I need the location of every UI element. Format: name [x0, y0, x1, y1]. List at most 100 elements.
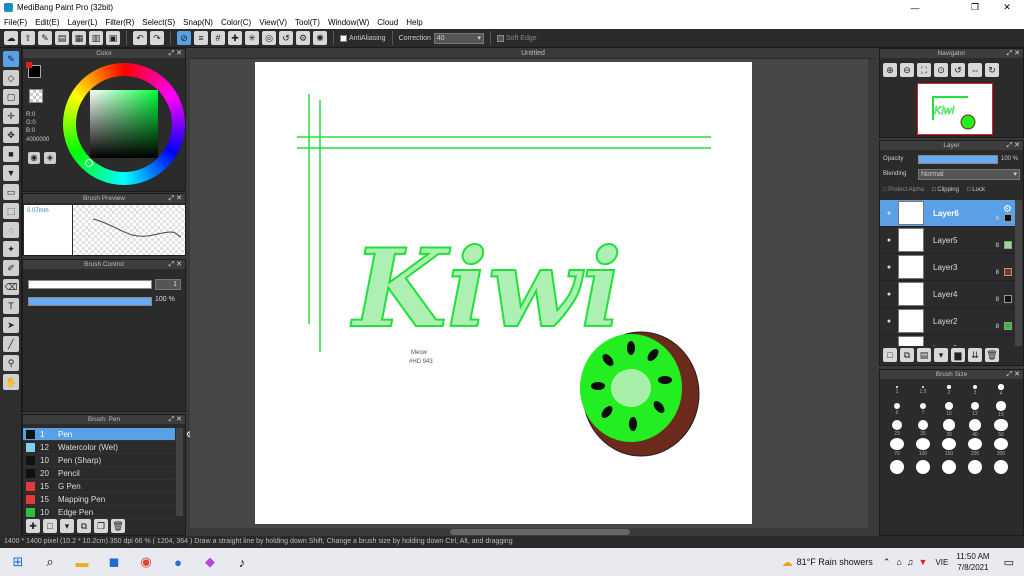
canvas-horizontal-scrollbar[interactable] [190, 528, 876, 536]
antialias-checkbox[interactable] [340, 34, 347, 42]
volume-icon[interactable]: ♫ [907, 557, 914, 567]
divide-tool-icon[interactable]: ╱ [3, 336, 19, 352]
brush-item[interactable]: 15 G Pen [23, 480, 175, 493]
brush-size-preset[interactable]: 300 [988, 438, 1014, 457]
brush-size-preset[interactable]: 6 [884, 400, 910, 419]
zoom-in-icon[interactable]: ⊕ [883, 63, 897, 77]
menu-cloud[interactable]: Cloud [373, 18, 402, 27]
brush-size-preset[interactable]: 2 [936, 381, 962, 400]
transform-tool-icon[interactable]: ✥ [3, 127, 19, 143]
eyedropper-icon[interactable]: ⚲ [3, 355, 19, 371]
document-canvas[interactable]: Kiwi Meow #HD 943 [255, 62, 752, 524]
parallel-snap-icon[interactable]: ≡ [194, 31, 208, 45]
scrollbar-thumb[interactable] [450, 529, 630, 535]
cloud-icon[interactable]: ☁ [4, 31, 18, 45]
hand-tool-icon[interactable]: ✋ [3, 374, 19, 390]
brush-size-preset[interactable] [962, 457, 988, 476]
menu-edit[interactable]: Edit(E) [31, 18, 63, 27]
brush-size-preset[interactable] [910, 457, 936, 476]
image-icon[interactable]: ▣ [106, 31, 120, 45]
brush-item[interactable]: 15 Mapping Pen [23, 493, 175, 506]
eraser-tool-icon[interactable]: ◇ [3, 70, 19, 86]
brush-size-preset[interactable]: 12 [962, 400, 988, 419]
layer-row[interactable]: ● Layer3 8 [880, 254, 1017, 281]
soft-edge-toggle[interactable]: Soft Edge [496, 34, 537, 42]
brush-tool-icon[interactable]: ✎ [3, 51, 19, 67]
brush-item[interactable]: 1Pen⚙ [23, 428, 193, 441]
brush-copy-icon[interactable]: ⧉ [77, 519, 91, 533]
layer-row[interactable]: ● Layer5 8 [880, 227, 1017, 254]
radial-snap-icon[interactable]: ✳ [245, 31, 259, 45]
layer-opacity-slider[interactable] [918, 155, 998, 164]
navigator-preview[interactable]: Kiwi [917, 83, 993, 135]
chrome-icon[interactable]: ◉ [136, 552, 156, 572]
flip-icon[interactable]: ⇔ [968, 63, 982, 77]
fit-screen-icon[interactable]: ⛶ [917, 63, 931, 77]
brush-size-preset[interactable]: 23 [884, 419, 910, 438]
close-button[interactable]: ✕ [992, 0, 1022, 15]
curve-snap-icon[interactable]: ↺ [279, 31, 293, 45]
brush-item[interactable]: 20 Pencil [23, 467, 175, 480]
layer-list-scrollbar[interactable] [1015, 200, 1022, 346]
hue-wheel[interactable] [63, 63, 185, 185]
select-pen-icon[interactable]: ✐ [3, 260, 19, 276]
grid-icon[interactable]: ▦ [72, 31, 86, 45]
menu-layer[interactable]: Layer(L) [64, 18, 102, 27]
add-layer-icon[interactable]: ▤ [917, 348, 931, 362]
brush-opacity-slider[interactable] [28, 297, 152, 306]
brush-size-preset[interactable]: 4 [988, 381, 1014, 400]
weather-text[interactable]: 81°F Rain showers [797, 557, 873, 567]
trash-icon[interactable]: 🗑 [111, 519, 125, 533]
palette-icon[interactable]: ◉ [28, 152, 40, 164]
menu-help[interactable]: Help [402, 18, 426, 27]
menu-tool[interactable]: Tool(T) [291, 18, 324, 27]
layer-visibility-icon[interactable]: ● [880, 318, 898, 325]
document-tab[interactable]: Untitled [190, 48, 876, 59]
merge-layer-icon[interactable]: ⇊ [968, 348, 982, 362]
trash-icon[interactable]: 🗑 [985, 348, 999, 362]
new-layer-icon[interactable]: □ [883, 348, 897, 362]
menu-file[interactable]: File(F) [0, 18, 31, 27]
select-eraser-icon[interactable]: ⌫ [3, 279, 19, 295]
redo-icon[interactable]: ↷ [150, 31, 164, 45]
cross-snap-icon[interactable]: ✚ [228, 31, 242, 45]
brush-size-preset[interactable] [884, 457, 910, 476]
layer-visibility-icon[interactable]: ● [880, 210, 898, 217]
undo-icon[interactable]: ↶ [133, 31, 147, 45]
brush-new-icon[interactable]: □ [43, 519, 57, 533]
panel-controls[interactable]: ⤢ ✕ [1007, 141, 1020, 150]
brush-size-preset[interactable]: 40 [962, 419, 988, 438]
brush-size-preset[interactable]: 150 [936, 438, 962, 457]
bucket-tool-icon[interactable]: ▼ [3, 165, 19, 181]
rotate-right-icon[interactable]: ↻ [985, 63, 999, 77]
canvas-vertical-scrollbar[interactable] [868, 59, 876, 529]
brush-size-slider[interactable] [28, 280, 152, 289]
brush-duplicate-icon[interactable]: ❐ [94, 519, 108, 533]
medibang-icon[interactable]: ● [168, 552, 188, 572]
layer-row[interactable]: ● Layer1 [880, 335, 1017, 346]
network-icon[interactable]: ⌂ [896, 557, 901, 567]
brush-menu-icon[interactable]: ▾ [60, 519, 74, 533]
magic-wand-icon[interactable]: ✦ [3, 241, 19, 257]
layer-visibility-icon[interactable]: ● [880, 237, 898, 244]
brush-size-value[interactable]: 1 [155, 279, 181, 290]
antivirus-icon[interactable]: ▼ [919, 557, 928, 567]
brush-size-preset[interactable]: 1.5 [910, 381, 936, 400]
brush-size-preset[interactable]: 70 [884, 438, 910, 457]
brush-item[interactable]: 12 Watercolor (Wet) [23, 441, 175, 454]
layer-menu-icon[interactable]: ▾ [934, 348, 948, 362]
clock[interactable]: 11:50 AM 7/8/2021 [956, 551, 989, 573]
brush-size-preset[interactable]: 10 [936, 400, 962, 419]
brush-size-preset[interactable]: 1 [884, 381, 910, 400]
lasso-tool-icon[interactable]: ◌ [3, 222, 19, 238]
brush-size-preset[interactable]: 15 [988, 400, 1014, 419]
zoom-out-icon[interactable]: ⊖ [900, 63, 914, 77]
brush-size-preset[interactable] [936, 457, 962, 476]
fill-rect-icon[interactable]: ■ [3, 146, 19, 162]
gradient-tool-icon[interactable]: ▭ [3, 184, 19, 200]
gear-icon[interactable]: ⚙ [1003, 204, 1012, 215]
brush-size-preset[interactable]: 30 [936, 419, 962, 438]
rotate-left-icon[interactable]: ↺ [951, 63, 965, 77]
correction-select[interactable]: 40 [433, 32, 484, 44]
layer-icon[interactable]: ▤ [55, 31, 69, 45]
